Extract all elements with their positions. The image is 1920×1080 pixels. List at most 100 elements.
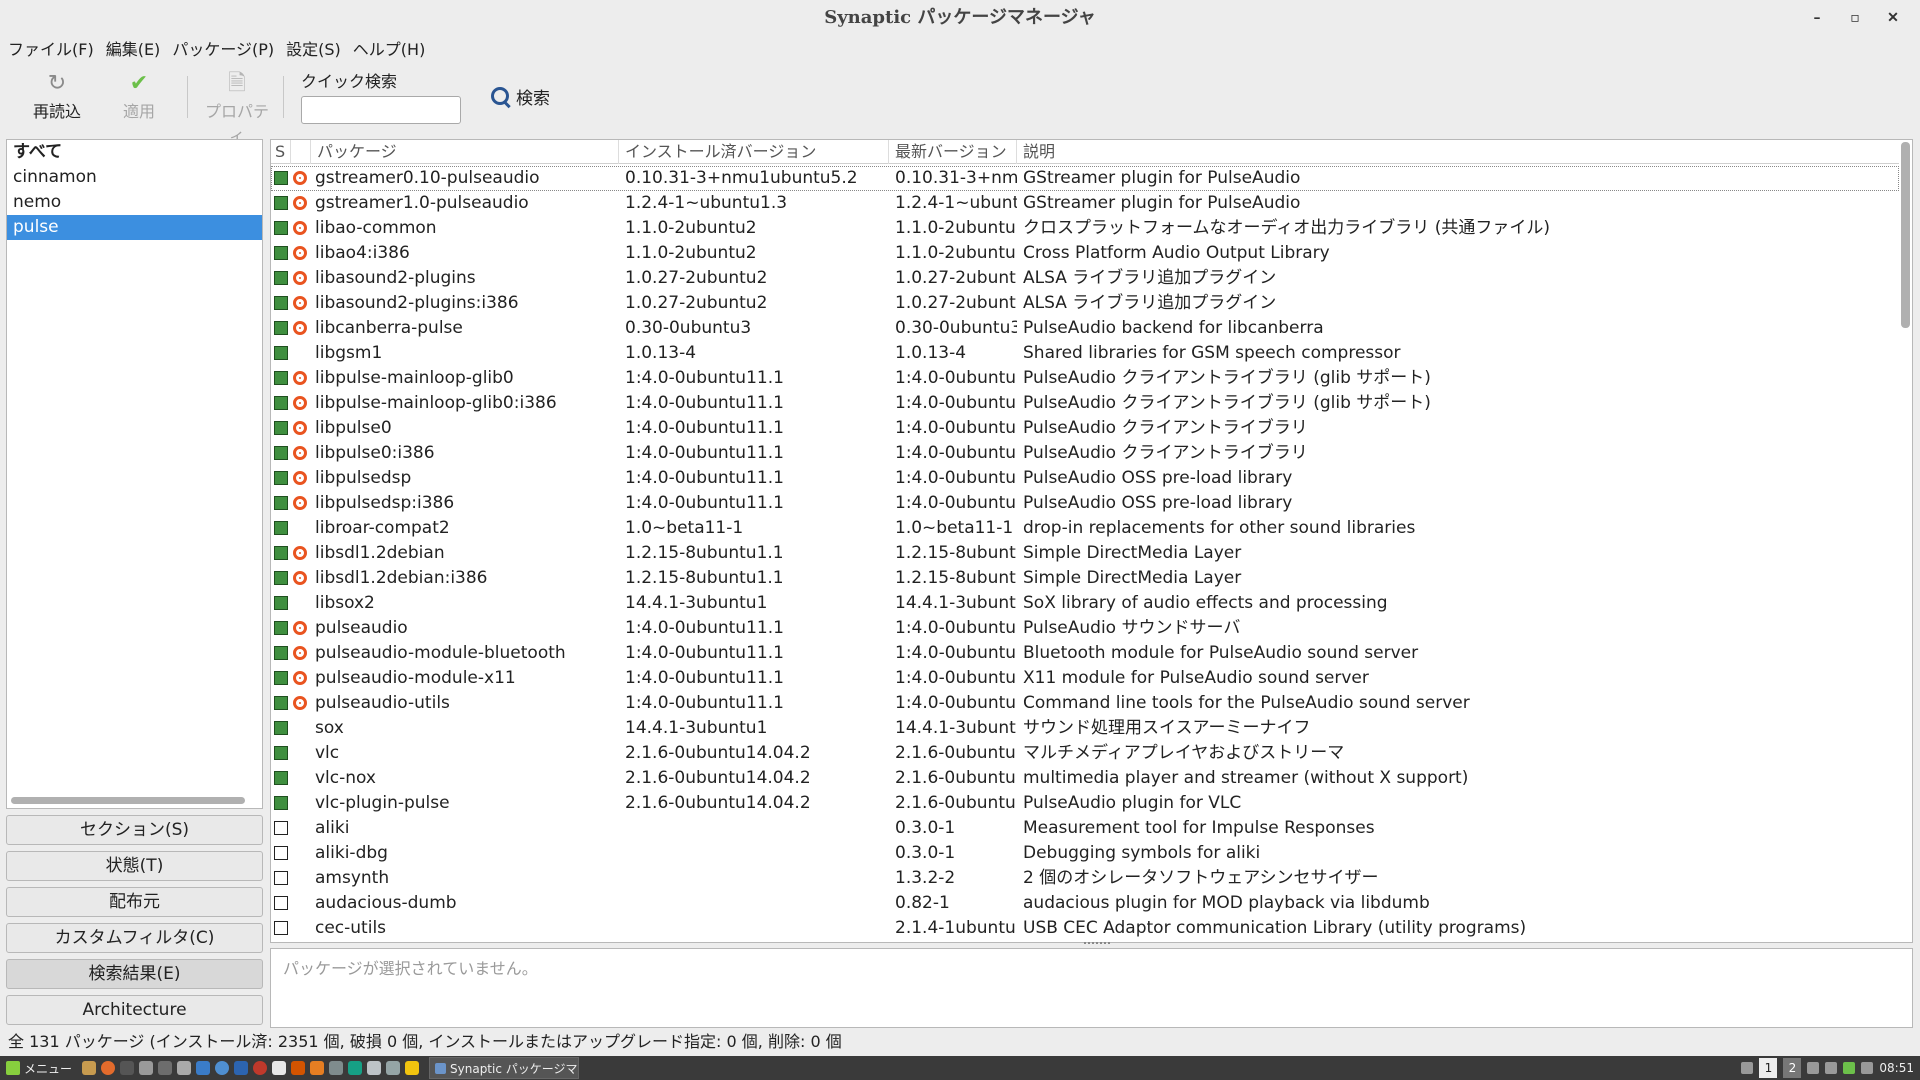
menu-settings[interactable]: 設定(S) [282,36,349,64]
apply-button[interactable]: ✔ 適用 [104,70,174,122]
status-checkbox[interactable] [274,341,292,366]
table-row[interactable]: libao4:i386 1.1.0-2ubuntu2 1.1.0-2ubuntu2 C… [271,241,1899,266]
status-checkbox[interactable] [274,766,292,791]
column-header-description[interactable]: 説明 [1017,140,1899,164]
close-button[interactable]: ✕ [1874,0,1912,36]
table-row[interactable]: pulseaudio 1:4.0-0ubuntu11.1 1:4.0-0ubuntu… [271,616,1899,641]
editor-launcher-icon[interactable] [272,1061,287,1075]
network-icon[interactable] [1825,1062,1838,1074]
table-row[interactable]: cec-utils 2.1.4-1ubuntu2 USB CEC Adaptor c… [271,916,1899,941]
column-header-package[interactable]: パッケージ [311,140,619,164]
status-checkbox[interactable] [274,891,292,916]
status-checkbox[interactable] [274,866,292,891]
monitor-launcher-icon[interactable] [158,1061,173,1075]
filter-item-nemo[interactable]: nemo [7,190,262,215]
menu-help[interactable]: ヘルプ(H) [349,36,434,64]
table-row[interactable]: pulseaudio-module-x11 1:4.0-0ubuntu11.1 1:… [271,666,1899,691]
settings-launcher-icon[interactable] [405,1061,420,1075]
firefox-launcher-icon[interactable] [101,1061,116,1075]
taskbar-menu-button[interactable]: メニュー [0,1056,78,1080]
tray-icon[interactable] [1741,1062,1754,1074]
table-row[interactable]: vlc-plugin-pulse 2.1.6-0ubuntu14.04.2 2.1.… [271,791,1899,816]
status-checkbox[interactable] [274,166,292,191]
custom-filter-button[interactable]: カスタムフィルタ(C) [6,923,263,953]
table-row[interactable]: libpulse-mainloop-glib0:i386 1:4.0-0ubunt… [271,391,1899,416]
update-shield-icon[interactable] [1843,1062,1856,1074]
column-header-status[interactable]: S [271,140,291,164]
globe-launcher-icon[interactable] [215,1061,230,1075]
table-row[interactable]: vlc-nox 2.1.6-0ubuntu14.04.2 2.1.6-0ubuntu… [271,766,1899,791]
table-row[interactable]: libpulse-mainloop-glib0 1:4.0-0ubuntu11.1… [271,366,1899,391]
origin-button[interactable]: 配布元 [6,887,263,917]
workspace-2[interactable]: 2 [1783,1058,1802,1078]
taskbar-window-synaptic[interactable]: Synaptic パッケージマ... [429,1057,580,1079]
table-row[interactable]: libasound2-plugins:i386 1.0.27-2ubuntu2 1.… [271,291,1899,316]
status-checkbox[interactable] [274,641,292,666]
status-checkbox[interactable] [274,441,292,466]
table-row[interactable]: audacious-dumb 0.82-1 audacious plugin for… [271,891,1899,916]
status-button[interactable]: 状態(T) [6,851,263,881]
filter-item-all[interactable]: すべて [7,140,262,165]
status-checkbox[interactable] [274,591,292,616]
tools-launcher-icon[interactable] [177,1061,192,1075]
menu-file[interactable]: ファイル(F) [4,36,102,64]
status-checkbox[interactable] [274,816,292,841]
status-checkbox[interactable] [274,691,292,716]
chat-launcher-icon[interactable] [348,1061,363,1075]
table-row[interactable]: aliki-dbg 0.3.0-1 Debugging symbols for al… [271,841,1899,866]
table-row[interactable]: libpulsedsp:i386 1:4.0-0ubuntu11.1 1:4.0-0… [271,491,1899,516]
table-row[interactable]: libpulse0:i386 1:4.0-0ubuntu11.1 1:4.0-0ub… [271,441,1899,466]
architecture-button[interactable]: Architecture [6,995,263,1025]
status-checkbox[interactable] [274,391,292,416]
column-header-support[interactable] [291,140,311,164]
status-checkbox[interactable] [274,291,292,316]
keyboard-icon[interactable] [1861,1062,1874,1074]
media-launcher-icon[interactable] [253,1061,268,1075]
status-checkbox[interactable] [274,491,292,516]
status-checkbox[interactable] [274,791,292,816]
maximize-button[interactable]: ▫ [1836,0,1874,36]
status-checkbox[interactable] [274,916,292,941]
status-checkbox[interactable] [274,741,292,766]
table-row[interactable]: sox 14.4.1-3ubuntu1 14.4.1-3ubuntu サウンド処理用ス… [271,716,1899,741]
search-button[interactable]: 検索 [490,84,550,109]
table-row[interactable]: libroar-compat2 1.0~beta11-1 1.0~beta11-1 d… [271,516,1899,541]
table-row[interactable]: libpulsedsp 1:4.0-0ubuntu11.1 1:4.0-0ubunt… [271,466,1899,491]
status-checkbox[interactable] [274,316,292,341]
column-header-latest-version[interactable]: 最新バージョン [889,140,1017,164]
package-launcher-icon[interactable] [367,1061,382,1075]
status-checkbox[interactable] [274,666,292,691]
reload-button[interactable]: ↻ 再読込 [22,70,92,122]
files-launcher-icon[interactable] [139,1061,154,1075]
workspace-1[interactable]: 1 [1759,1058,1778,1078]
table-row[interactable]: gstreamer0.10-pulseaudio 0.10.31-3+nmu1ub… [271,166,1899,191]
table-row[interactable]: libasound2-plugins 1.0.27-2ubuntu2 1.0.27-… [271,266,1899,291]
table-row[interactable]: gstreamer1.0-pulseaudio 1.2.4-1~ubuntu1.3… [271,191,1899,216]
filter-list-scrollbar[interactable] [11,797,245,804]
volume-icon[interactable] [1807,1062,1820,1074]
browser-launcher-icon[interactable] [196,1061,211,1075]
table-row[interactable]: pulseaudio-utils 1:4.0-0ubuntu11.1 1:4.0-0… [271,691,1899,716]
status-checkbox[interactable] [274,841,292,866]
menu-edit[interactable]: 編集(E) [102,36,169,64]
menu-package[interactable]: パッケージ(P) [168,36,282,64]
pane-divider-grip[interactable] [1084,942,1110,946]
search-results-button[interactable]: 検索結果(E) [6,959,263,989]
clock[interactable]: 08:51 [1879,1061,1914,1075]
vlc-launcher-icon[interactable] [310,1061,325,1075]
table-row[interactable]: libsdl1.2debian 1.2.15-8ubuntu1.1 1.2.15-8… [271,541,1899,566]
minimize-button[interactable]: – [1798,0,1836,36]
filter-item-cinnamon[interactable]: cinnamon [7,165,262,190]
table-row[interactable]: libsox2 14.4.1-3ubuntu1 14.4.1-3ubuntu SoX … [271,591,1899,616]
status-checkbox[interactable] [274,516,292,541]
table-row[interactable]: pulseaudio-module-bluetooth 1:4.0-0ubuntu… [271,641,1899,666]
status-checkbox[interactable] [274,566,292,591]
status-checkbox[interactable] [274,266,292,291]
quick-search-input[interactable] [301,96,461,124]
status-checkbox[interactable] [274,416,292,441]
status-checkbox[interactable] [274,466,292,491]
table-row[interactable]: libpulse0 1:4.0-0ubuntu11.1 1:4.0-0ubuntu1… [271,416,1899,441]
status-checkbox[interactable] [274,216,292,241]
table-row[interactable]: vlc 2.1.6-0ubuntu14.04.2 2.1.6-0ubuntu1 マルチ… [271,741,1899,766]
table-row[interactable]: libsdl1.2debian:i386 1.2.15-8ubuntu1.1 1.2… [271,566,1899,591]
